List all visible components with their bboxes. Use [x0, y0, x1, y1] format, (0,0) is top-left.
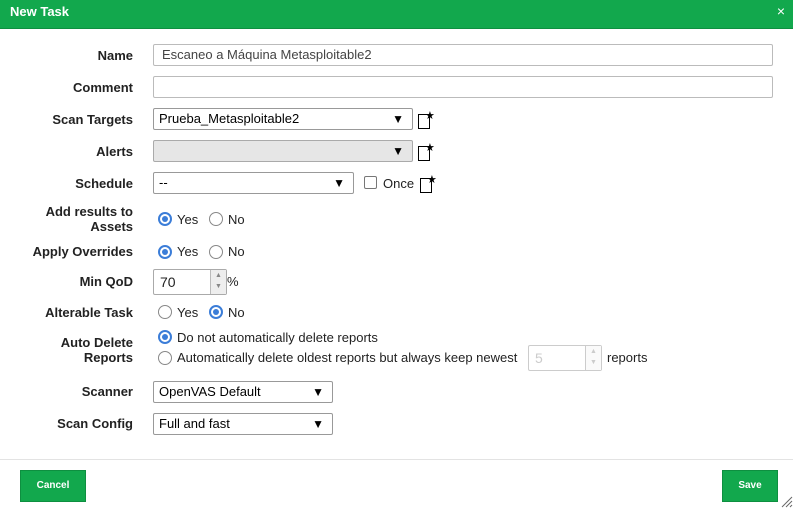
- min-qod-stepper[interactable]: 70 ▲ ▼: [153, 269, 227, 295]
- apply-overrides-yes-radio[interactable]: [158, 245, 172, 259]
- chevron-down-icon: ▼: [333, 176, 345, 190]
- chevron-down-icon: ▼: [392, 144, 404, 158]
- schedule-value: --: [159, 175, 168, 190]
- auto-delete-oldest-radio[interactable]: [158, 351, 172, 365]
- keep-count-spin-buttons[interactable]: ▲ ▼: [585, 346, 601, 370]
- apply-overrides-no-radio[interactable]: [209, 245, 223, 259]
- spin-down-icon[interactable]: ▼: [211, 281, 226, 292]
- auto-delete-keep-count-stepper[interactable]: 5 ▲ ▼: [528, 345, 602, 371]
- chevron-down-icon: ▼: [312, 385, 324, 399]
- resize-grip-icon[interactable]: [779, 494, 793, 508]
- add-results-no-label: No: [228, 212, 245, 227]
- chevron-down-icon: ▼: [312, 417, 324, 431]
- auto-delete-label-line2: Reports: [83, 350, 133, 365]
- apply-overrides-no-label: No: [228, 244, 245, 259]
- new-alert-icon[interactable]: ★: [418, 142, 435, 161]
- auto-delete-keep-radio[interactable]: [158, 330, 172, 344]
- scanner-value: OpenVAS Default: [159, 384, 261, 399]
- auto-delete-label: Auto Delete Reports: [0, 335, 133, 365]
- add-results-yes-label: Yes: [177, 212, 199, 227]
- min-qod-value: 70: [160, 274, 176, 290]
- cancel-button[interactable]: Cancel: [20, 470, 86, 502]
- spin-up-icon[interactable]: ▲: [211, 270, 226, 281]
- chevron-down-icon: ▼: [392, 112, 404, 126]
- auto-delete-reports-suffix: reports: [607, 350, 648, 365]
- scan-targets-value: Prueba_Metasploitable2: [159, 111, 300, 126]
- add-results-label: Add results to Assets: [0, 204, 133, 234]
- name-input[interactable]: Escaneo a Máquina Metasploitable2: [153, 44, 773, 66]
- min-qod-spin-buttons[interactable]: ▲ ▼: [210, 270, 226, 294]
- alterable-task-no-label: No: [228, 305, 245, 320]
- save-button[interactable]: Save: [722, 470, 778, 502]
- alerts-select[interactable]: ▼: [153, 140, 413, 162]
- new-schedule-icon[interactable]: ★: [420, 174, 437, 193]
- scanner-select[interactable]: OpenVAS Default ▼: [153, 381, 333, 403]
- add-results-label-line2: Assets: [90, 219, 133, 234]
- scan-config-select[interactable]: Full and fast ▼: [153, 413, 333, 435]
- new-target-icon[interactable]: ★: [418, 110, 435, 129]
- once-label: Once: [383, 176, 415, 191]
- add-results-label-line1: Add results to: [45, 204, 133, 219]
- scan-config-value: Full and fast: [159, 416, 230, 431]
- scanner-label: Scanner: [81, 384, 133, 399]
- comment-input[interactable]: [153, 76, 773, 98]
- schedule-select[interactable]: -- ▼: [153, 172, 354, 194]
- alterable-task-yes-radio[interactable]: [158, 305, 172, 319]
- dialog-title: New Task: [10, 4, 70, 19]
- apply-overrides-label: Apply Overrides: [32, 244, 133, 259]
- alterable-task-no-radio[interactable]: [209, 305, 223, 319]
- min-qod-label: Min QoD: [79, 274, 133, 289]
- footer-divider: [0, 459, 793, 460]
- once-checkbox[interactable]: [364, 176, 377, 189]
- close-icon[interactable]: ×: [777, 3, 785, 19]
- add-results-yes-radio[interactable]: [158, 212, 172, 226]
- add-results-no-radio[interactable]: [209, 212, 223, 226]
- auto-delete-label-line1: Auto Delete: [60, 335, 133, 350]
- alerts-label: Alerts: [96, 144, 133, 159]
- alterable-task-yes-label: Yes: [177, 305, 199, 320]
- scan-config-label: Scan Config: [57, 416, 133, 431]
- schedule-label: Schedule: [75, 176, 133, 191]
- spin-up-icon[interactable]: ▲: [586, 346, 601, 357]
- auto-delete-oldest-label: Automatically delete oldest reports but …: [177, 350, 518, 365]
- comment-label: Comment: [73, 80, 133, 95]
- alterable-task-label: Alterable Task: [45, 305, 133, 320]
- min-qod-unit: %: [227, 274, 239, 289]
- scan-targets-select[interactable]: Prueba_Metasploitable2 ▼: [153, 108, 413, 130]
- apply-overrides-yes-label: Yes: [177, 244, 199, 259]
- scan-targets-label: Scan Targets: [52, 112, 133, 127]
- auto-delete-keep-label: Do not automatically delete reports: [177, 330, 378, 345]
- dialog-title-bar: New Task ×: [0, 0, 793, 29]
- auto-delete-keep-count-value: 5: [535, 350, 543, 366]
- name-label: Name: [97, 48, 133, 63]
- spin-down-icon[interactable]: ▼: [586, 357, 601, 368]
